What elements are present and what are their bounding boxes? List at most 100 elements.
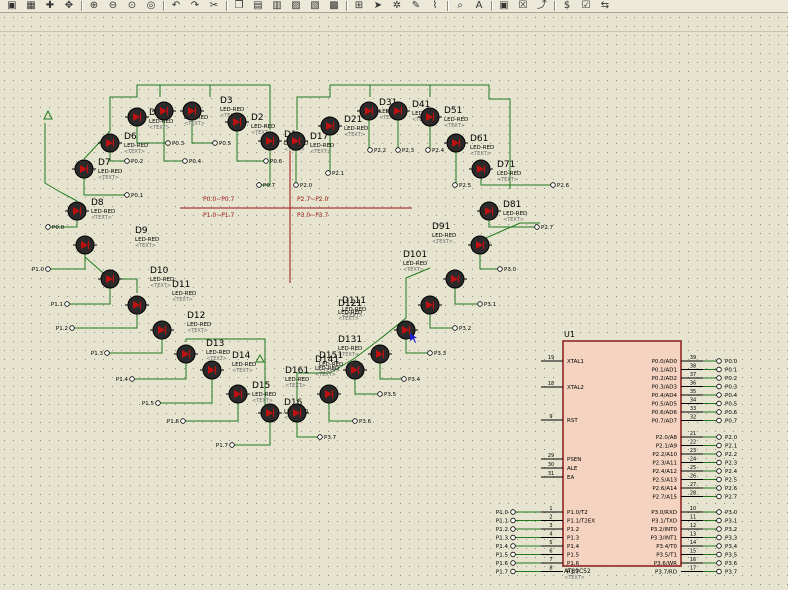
terminal-pin[interactable] bbox=[716, 459, 722, 466]
terminal-pin[interactable] bbox=[229, 442, 235, 448]
terminal-pin[interactable] bbox=[427, 350, 433, 356]
erc-icon[interactable]: ☑ bbox=[578, 0, 594, 11]
terminal-pin[interactable] bbox=[510, 517, 516, 524]
terminal-pin[interactable] bbox=[716, 551, 722, 558]
terminal-pin[interactable] bbox=[716, 442, 722, 449]
netlist-icon[interactable]: ⇆ bbox=[597, 0, 613, 11]
pan-icon[interactable]: ✥ bbox=[61, 0, 77, 11]
origin-icon[interactable]: ✚ bbox=[42, 0, 58, 11]
component-mode-icon[interactable]: ▣ bbox=[4, 0, 20, 11]
package-tool-icon[interactable]: ✲ bbox=[389, 0, 405, 11]
terminal-pin[interactable] bbox=[716, 451, 722, 457]
net-label-p1-0: P1.0 bbox=[32, 267, 45, 273]
terminal-pin[interactable] bbox=[182, 158, 188, 164]
block-copy-icon[interactable]: ▥ bbox=[269, 0, 285, 11]
make-device-icon[interactable]: ➤ bbox=[370, 0, 386, 11]
terminal-pin[interactable] bbox=[367, 147, 373, 153]
exit-to-parent-icon[interactable]: ⤴ bbox=[534, 0, 550, 11]
terminal-pin[interactable] bbox=[256, 182, 262, 188]
terminal-pin[interactable] bbox=[263, 158, 269, 164]
terminal-pin[interactable] bbox=[180, 418, 186, 424]
terminal-pin[interactable] bbox=[510, 560, 516, 566]
terminal-pin[interactable] bbox=[716, 493, 722, 500]
terminal-pin[interactable] bbox=[510, 526, 516, 532]
terminal-pin[interactable] bbox=[477, 301, 483, 307]
terminal-pin[interactable] bbox=[165, 140, 171, 146]
zoom-area-icon[interactable]: ◎ bbox=[143, 0, 159, 11]
terminal-pin[interactable] bbox=[377, 391, 383, 397]
terminal-pin[interactable] bbox=[716, 468, 722, 474]
terminal-pin[interactable] bbox=[716, 434, 722, 440]
terminal-pin[interactable] bbox=[716, 568, 722, 575]
terminal-pin[interactable] bbox=[293, 182, 299, 188]
terminal-pin[interactable] bbox=[325, 170, 331, 176]
terminal-pin[interactable] bbox=[45, 266, 51, 272]
terminal-pin[interactable] bbox=[317, 434, 323, 440]
terminal-pin[interactable] bbox=[352, 418, 358, 424]
terminal-pin[interactable] bbox=[716, 375, 722, 381]
copy-icon[interactable]: ❐ bbox=[231, 0, 247, 11]
decompose-icon[interactable]: ✎ bbox=[408, 0, 424, 11]
block-rotate-icon[interactable]: ▧ bbox=[307, 0, 323, 11]
terminal-pin[interactable] bbox=[716, 560, 722, 566]
block-move-icon[interactable]: ▨ bbox=[288, 0, 304, 11]
terminal-pin[interactable] bbox=[716, 534, 722, 541]
undo-icon[interactable]: ↶ bbox=[168, 0, 184, 11]
search-tag-icon[interactable]: ⌕ bbox=[452, 0, 468, 11]
block-delete-icon[interactable]: ▩ bbox=[326, 0, 342, 11]
terminal-pin[interactable] bbox=[452, 325, 458, 331]
terminal-pin[interactable] bbox=[452, 182, 458, 188]
terminal-pin[interactable] bbox=[64, 301, 70, 307]
zoom-all-icon[interactable]: ⊙ bbox=[124, 0, 140, 11]
terminal-pin[interactable] bbox=[716, 526, 722, 532]
new-sheet-icon[interactable]: ▣ bbox=[496, 0, 512, 11]
pick-device-icon[interactable]: ⊞ bbox=[351, 0, 367, 11]
bom-icon[interactable]: $ bbox=[559, 0, 575, 11]
terminal-pin[interactable] bbox=[129, 376, 135, 382]
remove-sheet-icon[interactable]: ☒ bbox=[515, 0, 531, 11]
terminal-pin[interactable] bbox=[716, 417, 722, 424]
terminal-pin[interactable] bbox=[497, 266, 503, 272]
schematic-canvas[interactable]: P0.0~P0.7 P2.7~P2.0P1.0~P1.7 P3.0~P3.7 D8L… bbox=[0, 13, 788, 590]
terminal-pin[interactable] bbox=[124, 158, 130, 164]
cut-icon[interactable]: ✂ bbox=[206, 0, 222, 11]
terminal-pin[interactable] bbox=[550, 182, 556, 188]
zoom-out-icon[interactable]: ⊖ bbox=[105, 0, 121, 11]
terminal-pin[interactable] bbox=[45, 224, 51, 230]
terminal-pin[interactable] bbox=[716, 392, 722, 398]
terminal-pin[interactable] bbox=[716, 409, 722, 415]
led-text-placeholder: <TEXT> bbox=[338, 316, 359, 322]
terminal-pin[interactable] bbox=[716, 485, 722, 491]
terminal-pin[interactable] bbox=[212, 140, 218, 146]
terminal-pin[interactable] bbox=[155, 400, 161, 406]
terminal-pin[interactable] bbox=[510, 534, 516, 541]
terminal-pin[interactable] bbox=[510, 509, 516, 515]
terminal-pin[interactable] bbox=[510, 543, 516, 549]
terminal-pin[interactable] bbox=[716, 509, 722, 515]
terminal-pin[interactable] bbox=[124, 192, 130, 198]
terminal-pin[interactable] bbox=[104, 350, 110, 356]
terminal-pin[interactable] bbox=[69, 325, 75, 331]
terminal-pin[interactable] bbox=[401, 376, 407, 382]
terminal-pin[interactable] bbox=[534, 224, 540, 230]
terminal-pin[interactable] bbox=[716, 517, 722, 524]
grid-icon[interactable]: ▦ bbox=[23, 0, 39, 11]
property-tool-icon[interactable]: A bbox=[471, 0, 487, 11]
terminal-pin[interactable] bbox=[716, 383, 722, 390]
pin-name-p0-0-ad0: P0.0/AD0 bbox=[652, 359, 678, 365]
terminal-pin[interactable] bbox=[716, 358, 722, 364]
terminal-pin[interactable] bbox=[716, 543, 722, 549]
zoom-in-icon[interactable]: ⊕ bbox=[86, 0, 102, 11]
terminal-pin[interactable] bbox=[716, 366, 722, 373]
terminal-pin[interactable] bbox=[510, 568, 516, 575]
paste-icon[interactable]: ▤ bbox=[250, 0, 266, 11]
redo-icon[interactable]: ↷ bbox=[187, 0, 203, 11]
wire-autorouter-icon[interactable]: ⌇ bbox=[427, 0, 443, 11]
led-ref-label: D7 bbox=[98, 158, 111, 168]
terminal-pin[interactable] bbox=[510, 551, 516, 558]
terminal-pin[interactable] bbox=[395, 147, 401, 153]
net-label-p3-1: P3.1 bbox=[484, 302, 496, 308]
terminal-pin[interactable] bbox=[425, 147, 431, 153]
terminal-pin[interactable] bbox=[716, 400, 722, 407]
terminal-pin[interactable] bbox=[716, 476, 722, 483]
